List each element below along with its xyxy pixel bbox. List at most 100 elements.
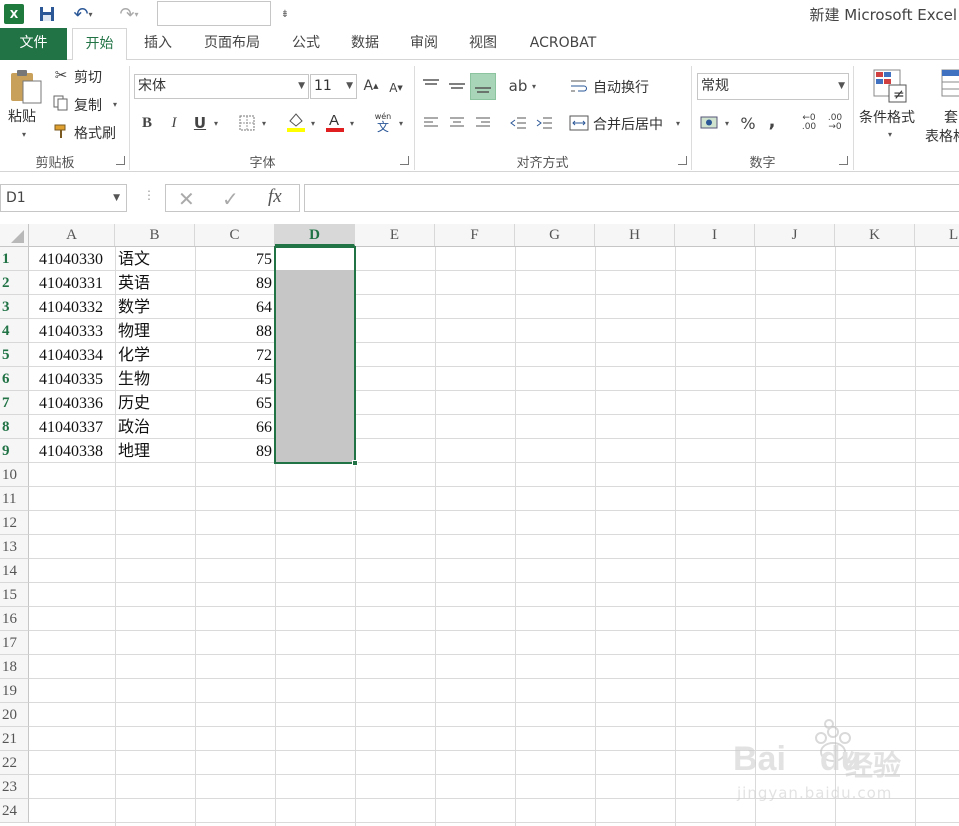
cell-b7[interactable]: 历史 xyxy=(115,391,195,415)
accounting-format-icon[interactable] xyxy=(699,112,721,134)
column-header-h[interactable]: H xyxy=(595,224,675,246)
copy-dropdown-icon[interactable]: ▾ xyxy=(113,100,117,109)
font-name-select[interactable]: 宋体 ▼ xyxy=(134,74,309,99)
cell-b8[interactable]: 政治 xyxy=(115,415,195,439)
cell-c6[interactable]: 45 xyxy=(195,367,275,391)
quick-access-input[interactable] xyxy=(157,1,271,26)
paste-button[interactable]: 粘贴 xyxy=(8,106,36,126)
row-header[interactable]: 23 xyxy=(0,775,29,799)
row-header[interactable]: 14 xyxy=(0,559,29,583)
column-header-a[interactable]: A xyxy=(29,224,115,246)
align-right-icon[interactable] xyxy=(472,113,494,133)
increase-indent-icon[interactable] xyxy=(533,113,555,133)
alignment-launcher-icon[interactable] xyxy=(678,156,687,165)
bold-icon[interactable]: B xyxy=(138,113,156,133)
cancel-icon[interactable]: ✕ xyxy=(178,187,195,211)
row-header[interactable]: 21 xyxy=(0,727,29,751)
row-header[interactable]: 20 xyxy=(0,703,29,727)
merge-center-button[interactable]: 合并后居中 xyxy=(593,114,663,134)
tab-data[interactable]: 数据 xyxy=(342,28,388,60)
accounting-dropdown-icon[interactable]: ▾ xyxy=(725,119,729,128)
row-header[interactable]: 22 xyxy=(0,751,29,775)
cell-b6[interactable]: 生物 xyxy=(115,367,195,391)
cell-b2[interactable]: 英语 xyxy=(115,271,195,295)
number-launcher-icon[interactable] xyxy=(839,156,848,165)
row-header[interactable]: 2 xyxy=(0,271,29,295)
customize-toolbar-icon[interactable]: ⇟ xyxy=(278,4,292,24)
table-format-button[interactable]: 表格格 xyxy=(925,126,959,146)
tab-file[interactable]: 文件 xyxy=(0,28,67,60)
cell-a8[interactable]: 41040337 xyxy=(36,415,115,439)
orientation-icon[interactable]: ab xyxy=(507,76,529,96)
formula-bar-handle-icon[interactable]: ⋮ xyxy=(143,188,155,202)
cell-a7[interactable]: 41040336 xyxy=(36,391,115,415)
cut-button[interactable]: 剪切 xyxy=(74,67,102,87)
cell-c4[interactable]: 88 xyxy=(195,319,275,343)
increase-font-icon[interactable]: A ▲ xyxy=(362,76,380,96)
conditional-format-dropdown-icon[interactable]: ▾ xyxy=(888,130,892,139)
cell-c9[interactable]: 89 xyxy=(195,439,275,463)
cell-a2[interactable]: 41040331 xyxy=(36,271,115,295)
phonetic-dropdown-icon[interactable]: ▾ xyxy=(399,119,403,128)
row-header[interactable]: 17 xyxy=(0,631,29,655)
cell-a5[interactable]: 41040334 xyxy=(36,343,115,367)
align-top-icon[interactable] xyxy=(420,74,442,98)
name-box[interactable]: D1 ▼ xyxy=(0,184,127,212)
cell-b4[interactable]: 物理 xyxy=(115,319,195,343)
cell-c1[interactable]: 75 xyxy=(195,247,275,271)
font-size-select[interactable]: 11 ▼ xyxy=(310,74,357,99)
row-header[interactable]: 16 xyxy=(0,607,29,631)
percent-icon[interactable]: % xyxy=(738,112,758,134)
align-left-icon[interactable] xyxy=(420,113,442,133)
border-icon[interactable] xyxy=(237,114,257,132)
formula-input[interactable] xyxy=(304,184,959,212)
row-header[interactable]: 11 xyxy=(0,487,29,511)
undo-icon[interactable]: ↶ ▾ xyxy=(68,4,98,25)
tab-acrobat[interactable]: ACROBAT xyxy=(520,28,606,60)
copy-button[interactable]: 复制 xyxy=(74,95,102,115)
column-header-c[interactable]: C xyxy=(195,224,275,246)
cell-c5[interactable]: 72 xyxy=(195,343,275,367)
row-header[interactable]: 6 xyxy=(0,367,29,391)
tab-home[interactable]: 开始 xyxy=(72,28,127,61)
cell-c8[interactable]: 66 xyxy=(195,415,275,439)
column-header-j[interactable]: J xyxy=(755,224,835,246)
comma-style-icon[interactable]: , xyxy=(765,110,779,132)
fill-color-icon[interactable] xyxy=(285,110,307,134)
cell-b1[interactable]: 语文 xyxy=(115,247,195,271)
cell-a6[interactable]: 41040335 xyxy=(36,367,115,391)
insert-function-icon[interactable]: fx xyxy=(268,186,282,208)
column-header-b[interactable]: B xyxy=(115,224,195,246)
merge-dropdown-icon[interactable]: ▾ xyxy=(676,119,680,128)
column-header-g[interactable]: G xyxy=(515,224,595,246)
decrease-indent-icon[interactable] xyxy=(507,113,529,133)
row-header[interactable]: 13 xyxy=(0,535,29,559)
column-header-e[interactable]: E xyxy=(355,224,435,246)
conditional-format-button[interactable]: 条件格式 xyxy=(859,107,915,127)
row-header[interactable]: 9 xyxy=(0,439,29,463)
row-header[interactable]: 12 xyxy=(0,511,29,535)
font-launcher-icon[interactable] xyxy=(400,156,409,165)
tab-page-layout[interactable]: 页面布局 xyxy=(194,28,270,60)
decrease-font-icon[interactable]: A ▼ xyxy=(387,78,405,98)
row-header[interactable]: 8 xyxy=(0,415,29,439)
clipboard-launcher-icon[interactable] xyxy=(116,156,125,165)
redo-icon[interactable]: ↷ ▾ xyxy=(112,4,146,25)
cell-b5[interactable]: 化学 xyxy=(115,343,195,367)
tab-review[interactable]: 审阅 xyxy=(401,28,447,60)
cell-a9[interactable]: 41040338 xyxy=(36,439,115,463)
cell-a1[interactable]: 41040330 xyxy=(36,247,115,271)
row-header[interactable]: 10 xyxy=(0,463,29,487)
tab-insert[interactable]: 插入 xyxy=(135,28,181,60)
underline-icon[interactable]: U xyxy=(191,113,209,133)
column-header-d[interactable]: D xyxy=(275,224,355,246)
decrease-decimal-icon[interactable]: .00 →0 xyxy=(824,112,846,134)
row-header[interactable]: 7 xyxy=(0,391,29,415)
cell-b9[interactable]: 地理 xyxy=(115,439,195,463)
orientation-dropdown-icon[interactable]: ▾ xyxy=(532,82,536,91)
fill-handle[interactable] xyxy=(352,460,358,466)
italic-icon[interactable]: I xyxy=(165,113,183,133)
row-header[interactable]: 5 xyxy=(0,343,29,367)
column-header-k[interactable]: K xyxy=(835,224,915,246)
paste-icon[interactable] xyxy=(6,66,46,106)
